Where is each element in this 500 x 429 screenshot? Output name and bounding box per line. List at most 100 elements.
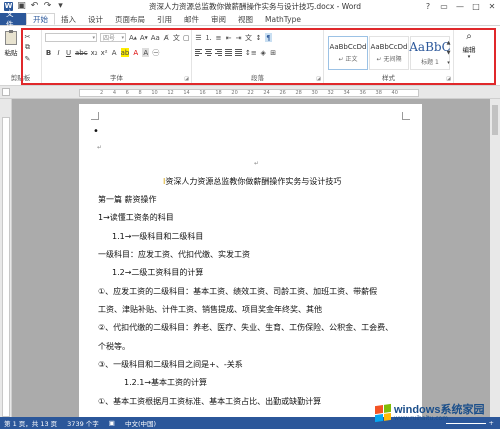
underline-button[interactable]: U	[65, 48, 72, 57]
language-indicator[interactable]: 中文(中国)	[125, 418, 156, 428]
numbering-icon[interactable]: ⒈	[205, 33, 212, 42]
redo-icon[interactable]: ↷	[43, 2, 52, 11]
tab-selector-icon[interactable]	[2, 88, 10, 96]
word-count[interactable]: 3739 个字	[67, 418, 99, 428]
grow-font-icon[interactable]: A ▲	[129, 33, 137, 42]
editing-group: ⌕ 编辑 ▾	[454, 28, 494, 84]
bullets-icon[interactable]: ☰	[195, 33, 202, 42]
show-marks-icon[interactable]: ¶	[265, 33, 272, 42]
tab-view[interactable]: 视图	[232, 13, 259, 25]
shading-icon[interactable]: ◈	[260, 48, 267, 57]
logo-tile	[383, 403, 391, 413]
ruler-mark: 6	[125, 90, 129, 96]
style-normal[interactable]: AaBbCcDd ↵ 正文	[328, 36, 368, 70]
chinese-layout-icon[interactable]: 文	[245, 33, 252, 42]
doc-line: 个税等。	[98, 342, 130, 351]
tab-mathtype[interactable]: MathType	[259, 13, 307, 25]
tab-page-layout[interactable]: 页面布局	[109, 13, 151, 25]
align-right-icon[interactable]	[215, 48, 222, 57]
font-name-field[interactable]: ▾	[45, 33, 97, 42]
styles-scroll-down-icon[interactable]: ▼	[445, 48, 452, 57]
phonetic-guide-icon[interactable]: 文	[173, 33, 180, 42]
font-group: ▾ 四号 ▾ A ▲ A ▼ Aa A̸ 文 ▢ B I U abc x₂ x² A …	[42, 28, 192, 84]
customize-qat-icon[interactable]: ▾	[56, 2, 65, 11]
paragraph-dialog-launcher-icon[interactable]: ◪	[316, 76, 321, 82]
decrease-indent-icon[interactable]: ⇤	[225, 33, 232, 42]
document-title-text: 资深人力资源总监教你做薪酬操作实务与设计技巧	[165, 177, 342, 186]
ruler-mark: 34	[343, 90, 350, 96]
distributed-icon[interactable]	[235, 48, 242, 57]
font-dialog-launcher-icon[interactable]: ◪	[184, 76, 189, 82]
tab-references[interactable]: 引用	[151, 13, 178, 25]
font-group-label: 字体	[110, 74, 123, 82]
tab-file[interactable]: 文件	[0, 9, 26, 29]
editing-label: 编辑	[462, 46, 476, 54]
bold-button[interactable]: B	[45, 48, 52, 57]
tab-home[interactable]: 开始	[26, 13, 55, 25]
proofing-icon[interactable]: ▣	[109, 419, 115, 427]
styles-dialog-launcher-icon[interactable]: ◪	[446, 76, 451, 82]
page-count[interactable]: 第 1 页，共 13 页	[4, 418, 57, 428]
tab-insert[interactable]: 插入	[55, 13, 82, 25]
horizontal-ruler-area: 2 4 6 8 10 12 14 16 18 20 22 24 26 28 30 32 34 36 38 40	[0, 86, 500, 99]
ruler-mark: 8	[138, 90, 142, 96]
format-painter-icon[interactable]: ✎	[24, 54, 31, 63]
window-controls: ? ▭ — □ ✕	[420, 1, 500, 13]
sort-icon[interactable]: ↕	[255, 33, 262, 42]
strikethrough-button[interactable]: abc	[75, 48, 88, 57]
doc-line: ②、代扣代缴的二级科目：养老、医疗、失业、生育、工伤保险、公积金、工会费、	[98, 323, 394, 332]
doc-line: 1.2.1→基本工资的计算	[124, 378, 208, 387]
copy-icon[interactable]: ⧉	[24, 43, 31, 52]
justify-icon[interactable]	[225, 48, 232, 57]
ruler-mark: 10	[151, 90, 158, 96]
binoculars-icon: ⌕	[466, 31, 472, 42]
font-color-icon[interactable]: A	[132, 48, 139, 57]
scrollbar-thumb[interactable]	[492, 105, 498, 135]
tab-design[interactable]: 设计	[82, 13, 109, 25]
styles-more-icon[interactable]: ▾	[445, 58, 452, 67]
styles-scroll-up-icon[interactable]: ▲	[445, 38, 452, 47]
watermark-sub: www.ruihaitu.com	[394, 414, 449, 422]
highlight-color-icon[interactable]: ab	[120, 48, 130, 57]
maximize-button[interactable]: □	[468, 1, 484, 13]
tab-mailings[interactable]: 邮件	[178, 13, 205, 25]
watermark-text: windows系统家园 www.ruihaitu.com	[394, 404, 484, 422]
char-border-icon[interactable]: ▢	[183, 33, 190, 42]
text-effects-icon[interactable]: A	[111, 48, 118, 57]
multilevel-list-icon[interactable]: ≡	[215, 33, 222, 42]
style-heading-1[interactable]: AaBbC 标题 1	[409, 36, 451, 70]
ruler-mark: 18	[215, 90, 222, 96]
horizontal-ruler[interactable]: 2 4 6 8 10 12 14 16 18 20 22 24 26 28 30 32 34 36 38 40	[79, 89, 419, 97]
char-shading-icon[interactable]: A	[142, 48, 150, 57]
ruler-mark: 30	[311, 90, 318, 96]
undo-icon[interactable]: ↶	[30, 2, 39, 11]
style-no-spacing[interactable]: AaBbCcDd ↵ 无间隔	[369, 36, 409, 70]
align-left-icon[interactable]	[195, 48, 202, 57]
cut-icon[interactable]: ✂	[24, 32, 31, 41]
line-spacing-icon[interactable]: ↕≡	[245, 48, 257, 57]
document-page[interactable]: • ↵ ↵ I资深人力资源总监教你做薪酬操作实务与设计技巧 第一篇 薪资操作 1…	[79, 104, 422, 417]
vertical-scrollbar[interactable]	[490, 99, 500, 417]
ruler-mark: 32	[327, 90, 334, 96]
increase-indent-icon[interactable]: ⇥	[235, 33, 242, 42]
ribbon-display-button[interactable]: ▭	[436, 1, 452, 13]
italic-button[interactable]: I	[55, 48, 62, 57]
close-button[interactable]: ✕	[484, 1, 500, 13]
enclose-char-icon[interactable]: ㊀	[152, 48, 159, 57]
ruler-mark: 2	[100, 90, 104, 96]
align-center-icon[interactable]	[205, 48, 212, 57]
font-size-field[interactable]: 四号 ▾	[100, 33, 126, 42]
shrink-font-icon[interactable]: A ▼	[140, 33, 148, 42]
paste-button[interactable]: 粘贴	[4, 30, 18, 59]
ruler-mark: 36	[359, 90, 366, 96]
minimize-button[interactable]: —	[452, 1, 468, 13]
subscript-button[interactable]: x₂	[91, 48, 98, 57]
clear-format-icon[interactable]: A̸	[163, 33, 170, 42]
superscript-button[interactable]: x²	[101, 48, 108, 57]
help-button[interactable]: ?	[420, 1, 436, 13]
doc-line: 1.1→一级科目和二级科目	[112, 232, 204, 241]
change-case-icon[interactable]: Aa	[151, 33, 160, 42]
tab-review[interactable]: 审阅	[205, 13, 232, 25]
editing-button[interactable]: ⌕ 编辑 ▾	[457, 31, 481, 63]
borders-icon[interactable]: ⊞	[270, 48, 277, 57]
